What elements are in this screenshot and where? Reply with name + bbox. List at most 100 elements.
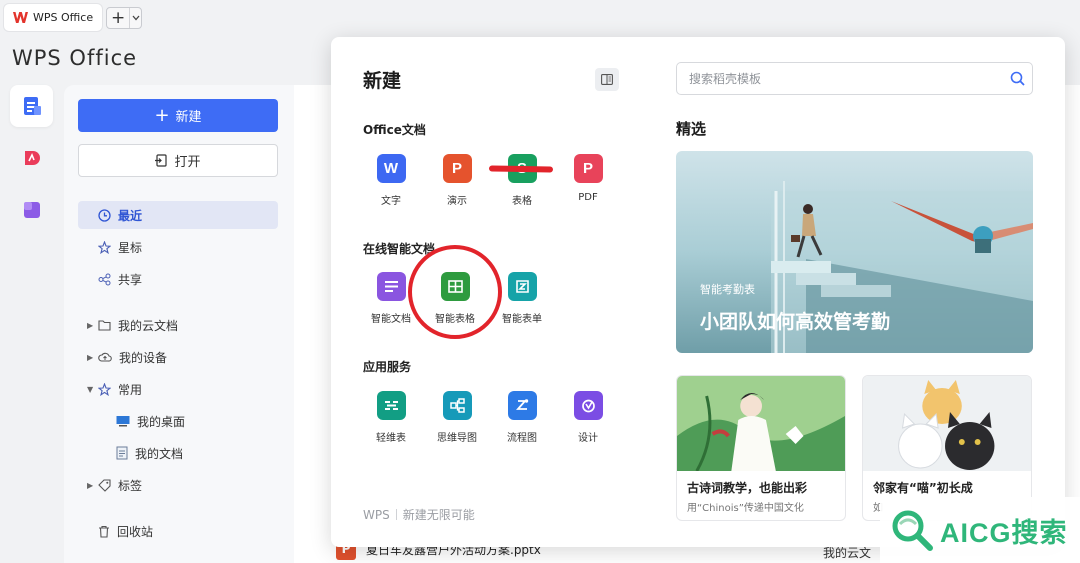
tile-label: 设计 — [578, 433, 598, 444]
trash-icon — [99, 525, 109, 538]
featured-banner[interactable]: 智能考勤表 小团队如何高效管考勤 — [676, 151, 1033, 353]
search-icon[interactable] — [1002, 71, 1032, 86]
footer-brand: WPS — [363, 507, 390, 522]
template-card-poetry[interactable]: 古诗词教学，也能出彩 用“Chinois”传递中国文化 — [676, 375, 846, 521]
apps-icon — [23, 202, 40, 218]
clock-icon — [98, 208, 111, 222]
tab-title: WPS Office — [33, 11, 94, 24]
cat-card-image — [863, 376, 1031, 471]
tile-label: 思维导图 — [437, 433, 477, 444]
wps-logo-icon — [13, 12, 28, 23]
banner-subtitle: 智能考勤表 — [700, 283, 755, 296]
office-docs-section-title: Office文档 — [363, 123, 426, 137]
mindmap-icon — [442, 391, 472, 420]
nav-label: 回收站 — [117, 524, 154, 539]
rail-pdf[interactable] — [10, 137, 53, 179]
plus-icon: + — [154, 104, 170, 126]
star-icon — [98, 240, 111, 254]
card-subtitle: 用“Chinois”传递中国文化 — [687, 503, 804, 514]
nav-label: 我的文档 — [135, 446, 184, 461]
nav-my-documents[interactable]: 我的文档 — [78, 439, 278, 467]
sidebar-toggle-icon — [601, 74, 613, 85]
nav-label: 我的云文档 — [118, 318, 179, 333]
tab-strip: WPS Office + — [0, 0, 1080, 34]
star-outline-icon — [98, 382, 111, 396]
create-lightweight-table-tile[interactable]: 轻维表 — [361, 391, 421, 444]
create-spreadsheet-tile[interactable]: S 表格 — [492, 154, 552, 207]
tab-wps-office[interactable]: WPS Office — [4, 4, 102, 31]
template-search-box[interactable] — [676, 62, 1033, 95]
document-file-icon — [116, 446, 128, 460]
create-pdf-tile[interactable]: P PDF — [558, 154, 618, 203]
nav-cloud-docs[interactable]: ▶ 我的云文档 — [78, 311, 278, 339]
create-smart-doc-tile[interactable]: 智能文档 — [361, 272, 421, 325]
new-button-label: 新建 — [175, 110, 202, 125]
chevron-down-icon[interactable] — [130, 15, 141, 21]
new-tab-control[interactable]: + — [106, 7, 142, 29]
nav-trash[interactable]: 回收站 — [78, 517, 278, 545]
tile-label: 流程图 — [507, 433, 537, 444]
tile-label: 文字 — [381, 196, 401, 207]
tile-label: 智能表单 — [502, 314, 542, 325]
create-mindmap-tile[interactable]: 思维导图 — [427, 391, 487, 444]
rail-apps[interactable] — [10, 189, 53, 231]
create-smart-form-tile[interactable]: 智能表单 — [492, 272, 552, 325]
tile-label: 智能表格 — [435, 314, 475, 325]
modal-title: 新建 — [363, 70, 402, 92]
tile-label: 智能文档 — [371, 314, 411, 325]
poetry-card-image — [677, 376, 845, 472]
pdf-app-icon — [24, 151, 40, 165]
caret-right-icon[interactable]: ▶ — [87, 353, 93, 362]
create-flowchart-tile[interactable]: 流程图 — [492, 391, 552, 444]
cloud-upload-icon — [98, 352, 112, 362]
caret-down-icon[interactable]: ▼ — [87, 385, 93, 394]
caret-right-icon[interactable]: ▶ — [87, 321, 93, 330]
folder-icon — [98, 320, 111, 331]
design-icon — [573, 391, 603, 420]
nav-shared[interactable]: 共享 — [78, 265, 278, 293]
watermark: AICG搜索 — [880, 497, 1080, 563]
nav-label: 我的设备 — [119, 350, 168, 365]
card-title: 古诗词教学，也能出彩 — [687, 481, 808, 495]
caret-right-icon[interactable]: ▶ — [87, 481, 93, 490]
new-button[interactable]: + 新建 — [78, 99, 278, 132]
nav-starred[interactable]: 星标 — [78, 233, 278, 261]
writer-icon: W — [376, 154, 406, 183]
footer-slogan: 新建无限可能 — [402, 508, 475, 522]
create-writer-tile[interactable]: W 文字 — [361, 154, 421, 207]
nav-label: 共享 — [118, 272, 143, 287]
card-title: 邻家有“喵”初长成 — [873, 481, 973, 495]
desktop-icon — [116, 416, 130, 427]
new-tab-button[interactable]: + — [107, 8, 131, 28]
panel-toggle-button[interactable] — [595, 68, 619, 91]
nav-label: 最近 — [118, 208, 143, 223]
open-button-label: 打开 — [174, 155, 201, 170]
nav-tags[interactable]: ▶ 标签 — [78, 471, 278, 499]
tag-icon — [98, 478, 111, 492]
template-search-input[interactable] — [689, 71, 1002, 86]
nav-recent[interactable]: 最近 — [78, 201, 278, 229]
watermark-text: AICG搜索 — [940, 517, 1068, 548]
modal-footer: WPS 新建无限可能 — [363, 506, 475, 523]
annotation-strikethrough — [488, 165, 554, 173]
rail-documents[interactable] — [10, 85, 53, 127]
create-design-tile[interactable]: 设计 — [558, 391, 618, 444]
tile-label: 轻维表 — [376, 433, 406, 444]
create-presentation-tile[interactable]: P 演示 — [427, 154, 487, 207]
smart-doc-icon — [376, 272, 406, 301]
create-smart-sheet-tile[interactable]: 智能表格 — [425, 272, 485, 325]
nav-my-devices[interactable]: ▶ 我的设备 — [78, 343, 278, 371]
presentation-icon: P — [442, 154, 472, 183]
featured-title: 精选 — [676, 120, 707, 138]
nav-desktop[interactable]: 我的桌面 — [78, 407, 278, 435]
nav-label: 星标 — [118, 240, 143, 255]
footer-divider — [395, 509, 397, 520]
lightweight-table-icon — [376, 391, 406, 420]
share-icon — [98, 273, 111, 285]
tile-label: 表格 — [512, 196, 532, 207]
tile-label: 演示 — [447, 196, 467, 207]
nav-label: 常用 — [118, 382, 143, 397]
smart-docs-section-title: 在线智能文档 — [363, 242, 436, 256]
open-button[interactable]: 打开 — [78, 144, 278, 177]
nav-frequent[interactable]: ▼ 常用 — [78, 375, 278, 403]
